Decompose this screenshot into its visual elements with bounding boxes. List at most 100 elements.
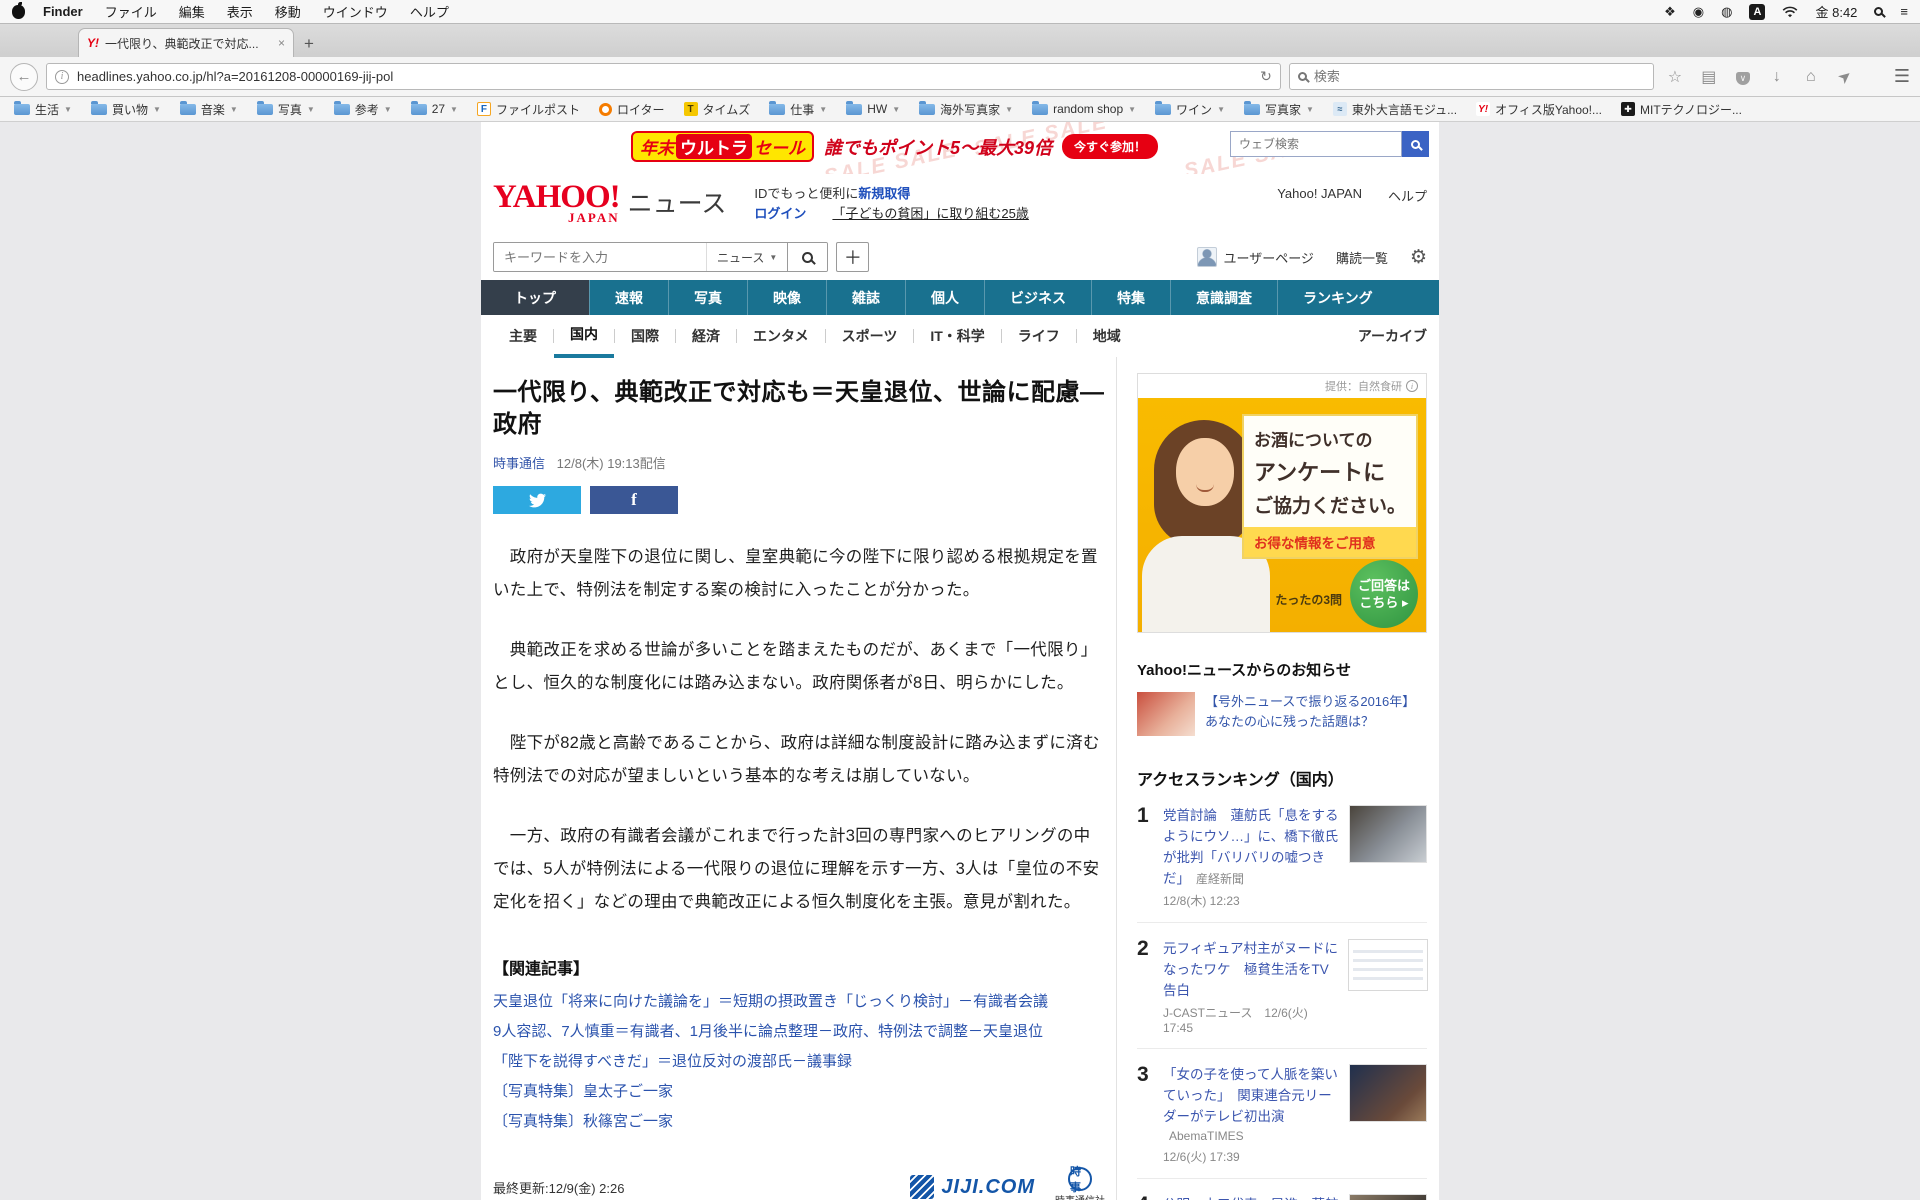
bookmark-folder[interactable]: 写真家▼ — [1244, 101, 1314, 118]
nav-tab-business[interactable]: ビジネス — [984, 280, 1091, 315]
ranking-link[interactable]: 党首討論 蓮舫氏「息をするようにウソ…」に、橋下徹氏が批判「バリバリの嘘つきだ」 — [1163, 808, 1339, 886]
bookmark-star-icon[interactable]: ☆ — [1662, 67, 1688, 87]
site-info-icon[interactable]: i — [55, 70, 69, 84]
url-bar[interactable]: i ↻ — [46, 63, 1281, 90]
ad-creative[interactable]: お酒についての アンケートに ご協力ください。 お得な情報をご用意 たったの3問… — [1138, 398, 1426, 632]
menu-view[interactable]: 表示 — [227, 2, 253, 21]
new-tab-button[interactable]: + — [294, 31, 324, 57]
menu-finder[interactable]: Finder — [43, 4, 83, 19]
bookmark-folder[interactable]: HW▼ — [846, 102, 900, 116]
bookmark-item[interactable]: ✚MITテクノロジー... — [1621, 101, 1742, 118]
nav-tab-ranking[interactable]: ランキング — [1277, 280, 1398, 315]
bookmarks-panel-icon[interactable]: ▤ — [1696, 67, 1722, 87]
wifi-icon[interactable] — [1782, 6, 1798, 18]
jiji-press-logo[interactable]: 時事 時事通信社 — [1055, 1167, 1105, 1200]
dropbox-icon[interactable]: ❖ — [1664, 4, 1676, 20]
nav-tab-magazine[interactable]: 雑誌 — [826, 280, 905, 315]
bookmark-folder[interactable]: ワイン▼ — [1155, 101, 1225, 118]
hamburger-menu-icon[interactable]: ☰ — [1894, 66, 1910, 87]
related-link[interactable]: 〔写真特集〕皇太子ご一家 — [493, 1077, 1105, 1107]
ranking-thumbnail[interactable] — [1349, 805, 1427, 863]
related-link[interactable]: 天皇退位「将来に向けた議論を」＝短期の摂政置き「じっくり検討」－有識者会議 — [493, 987, 1105, 1017]
ranking-thumbnail[interactable] — [1349, 1064, 1427, 1122]
search-scope-dropdown[interactable]: ニュース▼ — [706, 243, 787, 271]
notification-center-icon[interactable]: ≡ — [1900, 4, 1908, 19]
related-link[interactable]: 9人容認、7人慎重＝有識者、1月後半に論点整理－政府、特例法で調整－天皇退位 — [493, 1017, 1105, 1047]
promo-link[interactable]: 「子どもの貧困」に取り組む25歳 — [832, 206, 1028, 221]
url-input[interactable] — [77, 69, 1252, 84]
bookmark-item[interactable]: Fファイルポスト — [477, 101, 580, 118]
settings-gear-icon[interactable]: ⚙ — [1410, 246, 1427, 269]
reload-icon[interactable]: ↻ — [1260, 68, 1272, 85]
article-source-link[interactable]: 時事通信 — [493, 456, 545, 471]
hotspot-icon[interactable]: ◍ — [1721, 4, 1732, 20]
menubar-clock[interactable]: 金 8:42 — [1815, 2, 1857, 21]
subnav-life[interactable]: ライフ — [1002, 316, 1076, 356]
facebook-share-button[interactable]: f — [590, 486, 678, 514]
nav-tab-video[interactable]: 映像 — [747, 280, 826, 315]
yahoo-news-logo[interactable]: YAHOO!JAPAN ニュース — [493, 182, 726, 226]
creative-cloud-icon[interactable]: ◉ — [1693, 4, 1704, 20]
bookmark-folder[interactable]: 写真▼ — [257, 101, 315, 118]
nav-tab-feature[interactable]: 特集 — [1091, 280, 1170, 315]
ranking-link[interactable]: 元フィギュア村主がヌードになったワケ 極貧生活をTV告白 — [1163, 941, 1338, 998]
bookmark-folder[interactable]: random shop▼ — [1032, 102, 1136, 116]
menu-go[interactable]: 移動 — [275, 2, 301, 21]
login-link[interactable]: ログイン — [754, 206, 806, 221]
twitter-share-button[interactable] — [493, 486, 581, 514]
bookmark-folder[interactable]: 参考▼ — [334, 101, 392, 118]
sidebar-ad[interactable]: 提供：自然食研 i お酒についての アンケートに — [1137, 373, 1427, 633]
register-link[interactable]: 新規取得 — [858, 186, 910, 201]
home-icon[interactable]: ⌂ — [1798, 68, 1824, 86]
bookmark-folder[interactable]: 買い物▼ — [91, 101, 161, 118]
downloads-icon[interactable]: ↓ — [1764, 68, 1790, 86]
notice-link[interactable]: 【号外ニュースで振り返る2016年】あなたの心に残った話題は？ — [1205, 692, 1427, 736]
nav-tab-sokuho[interactable]: 速報 — [589, 280, 668, 315]
help-link[interactable]: ヘルプ — [1388, 186, 1427, 205]
subnav-region[interactable]: 地域 — [1077, 316, 1137, 356]
nav-tab-top[interactable]: トップ — [481, 280, 589, 315]
apple-menu-icon[interactable] — [12, 5, 25, 19]
nav-tab-photo[interactable]: 写真 — [668, 280, 747, 315]
ranking-thumbnail[interactable] — [1349, 1194, 1427, 1200]
nav-tab-poll[interactable]: 意識調査 — [1170, 280, 1277, 315]
yahoo-japan-link[interactable]: Yahoo! JAPAN — [1277, 186, 1362, 205]
subnav-main[interactable]: 主要 — [493, 316, 553, 356]
jiji-com-logo[interactable]: JIJI.COM — [910, 1175, 1035, 1199]
menu-edit[interactable]: 編集 — [179, 2, 205, 21]
subnav-domestic[interactable]: 国内 — [554, 314, 614, 358]
bookmark-folder[interactable]: 海外写真家▼ — [919, 101, 1013, 118]
ad-answer-button[interactable]: ご回答は こちら ▸ — [1350, 560, 1418, 628]
subnav-world[interactable]: 国際 — [615, 316, 675, 356]
nav-tab-personal[interactable]: 個人 — [905, 280, 984, 315]
ad-info-icon[interactable]: i — [1406, 380, 1418, 392]
news-search-input[interactable] — [494, 243, 706, 271]
browser-tab[interactable]: Y! 一代限り、典範改正で対応... × — [78, 28, 294, 57]
bookmark-item[interactable]: ≈東外大言語モジュ... — [1333, 101, 1457, 118]
subnav-entertainment[interactable]: エンタメ — [737, 316, 825, 356]
user-page-link[interactable]: ユーザーページ — [1197, 247, 1313, 267]
notice-thumbnail[interactable] — [1137, 692, 1195, 736]
sale-join-button[interactable]: 今すぐ参加！ — [1062, 134, 1158, 159]
web-search-button[interactable] — [1402, 131, 1429, 157]
web-search-input[interactable] — [1230, 131, 1402, 157]
menu-help[interactable]: ヘルプ — [410, 2, 449, 21]
share-icon[interactable]: ➤ — [1828, 60, 1861, 92]
tab-close-icon[interactable]: × — [278, 36, 285, 50]
ranking-thumbnail[interactable] — [1349, 940, 1427, 990]
related-link[interactable]: 〔写真特集〕秋篠宮ご一家 — [493, 1107, 1105, 1137]
bookmark-folder[interactable]: 27▼ — [411, 102, 458, 116]
bookmark-item[interactable]: ロイター — [599, 101, 665, 118]
alfred-icon[interactable]: A — [1749, 4, 1765, 20]
subnav-it-science[interactable]: IT・科学 — [914, 316, 1000, 356]
menu-window[interactable]: ウインドウ — [323, 2, 388, 21]
bookmark-item[interactable]: Tタイムズ — [684, 101, 751, 118]
news-search-button[interactable] — [787, 243, 827, 271]
add-keyword-button[interactable]: ＋ — [836, 242, 869, 272]
browser-search-field[interactable] — [1289, 63, 1654, 90]
subscriptions-link[interactable]: 購読一覧 — [1336, 248, 1388, 267]
menu-file[interactable]: ファイル — [105, 2, 157, 21]
bookmark-folder[interactable]: 音楽▼ — [180, 101, 238, 118]
pocket-icon[interactable]: ∨ — [1730, 68, 1756, 86]
subnav-economy[interactable]: 経済 — [676, 316, 736, 356]
